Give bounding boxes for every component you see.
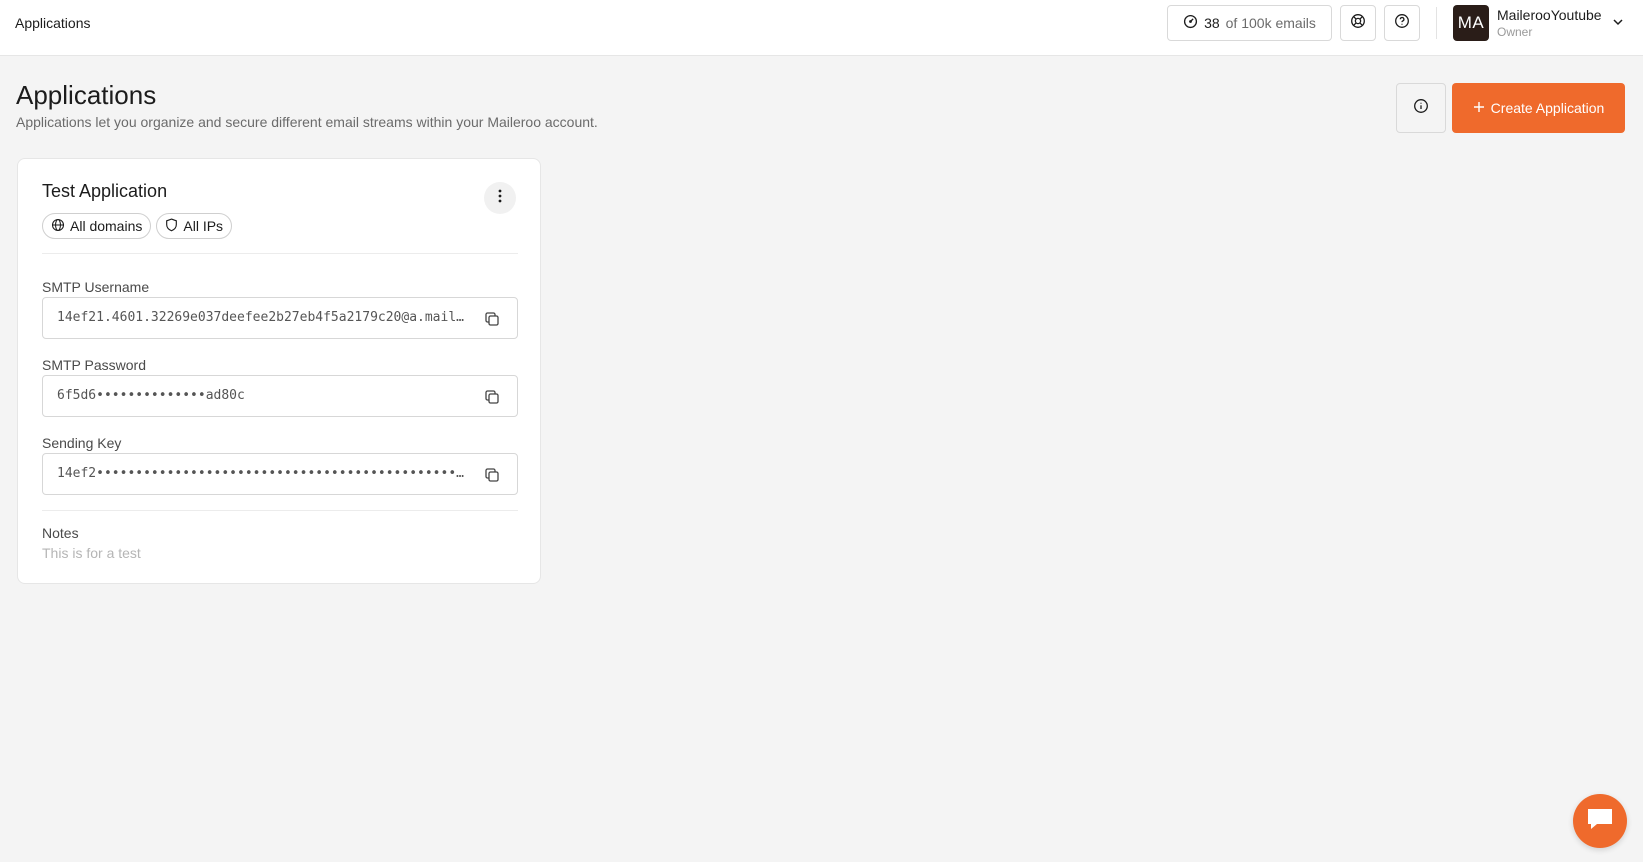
card-menu-button[interactable]: [484, 182, 516, 214]
copy-icon[interactable]: [483, 310, 501, 328]
smtp-username-field[interactable]: 14ef21.4601.32269e037deefee2b27eb4f5a217…: [42, 297, 518, 339]
divider: [42, 253, 518, 254]
support-button[interactable]: [1340, 5, 1376, 41]
notes-text: This is for a test: [42, 545, 141, 561]
chip-all-ips[interactable]: All IPs: [156, 213, 233, 239]
help-icon: [1394, 13, 1410, 34]
chip-label: All domains: [70, 218, 143, 234]
sending-key-value: 14ef2•••••••••••••••••••••••••••••••••••…: [57, 466, 467, 481]
copy-icon[interactable]: [483, 388, 501, 406]
smtp-password-value: 6f5d6••••••••••••••ad80c: [57, 388, 245, 403]
gauge-icon: [1183, 14, 1198, 32]
top-bar: Applications 38 of 100k emails MA Mailer…: [0, 0, 1643, 56]
notes-label: Notes: [42, 525, 79, 541]
breadcrumb[interactable]: Applications: [15, 15, 91, 31]
lifebuoy-icon: [1350, 13, 1366, 34]
avatar[interactable]: MA: [1453, 5, 1489, 41]
divider: [42, 510, 518, 511]
sending-key-field[interactable]: 14ef2•••••••••••••••••••••••••••••••••••…: [42, 453, 518, 495]
smtp-password-label: SMTP Password: [42, 357, 146, 373]
smtp-password-field[interactable]: 6f5d6••••••••••••••ad80c: [42, 375, 518, 417]
email-usage-button[interactable]: 38 of 100k emails: [1167, 5, 1332, 41]
kebab-icon: [498, 189, 502, 208]
topbar-divider: [1436, 7, 1437, 39]
chat-icon: [1585, 806, 1615, 837]
user-role: Owner: [1497, 25, 1533, 39]
page-subtitle: Applications let you organize and secure…: [16, 114, 598, 130]
create-application-label: Create Application: [1490, 100, 1605, 116]
info-icon: [1413, 98, 1429, 119]
usage-count: 38: [1204, 15, 1220, 31]
smtp-username-value: 14ef21.4601.32269e037deefee2b27eb4f5a217…: [57, 310, 467, 325]
plus-icon: [1473, 100, 1485, 116]
user-name[interactable]: MailerooYoutube: [1497, 7, 1602, 23]
application-title: Test Application: [42, 181, 168, 201]
application-card: Test Application All domains All IPs SMT…: [17, 158, 541, 584]
globe-icon: [51, 218, 65, 235]
page-title: Applications: [16, 80, 157, 110]
usage-suffix: of 100k emails: [1225, 15, 1316, 31]
sending-key-label: Sending Key: [42, 435, 122, 451]
chat-widget-button[interactable]: [1573, 794, 1627, 848]
chip-all-domains[interactable]: All domains: [42, 213, 152, 239]
shield-icon: [165, 217, 178, 235]
help-button[interactable]: [1384, 5, 1420, 41]
chip-label: All IPs: [183, 218, 224, 234]
copy-icon[interactable]: [483, 466, 501, 484]
chevron-down-icon[interactable]: [1611, 15, 1625, 34]
scope-chips: All domains All IPs: [42, 213, 233, 239]
create-application-button[interactable]: Create Application: [1452, 83, 1625, 133]
info-button[interactable]: [1396, 83, 1446, 133]
smtp-username-label: SMTP Username: [42, 279, 150, 295]
